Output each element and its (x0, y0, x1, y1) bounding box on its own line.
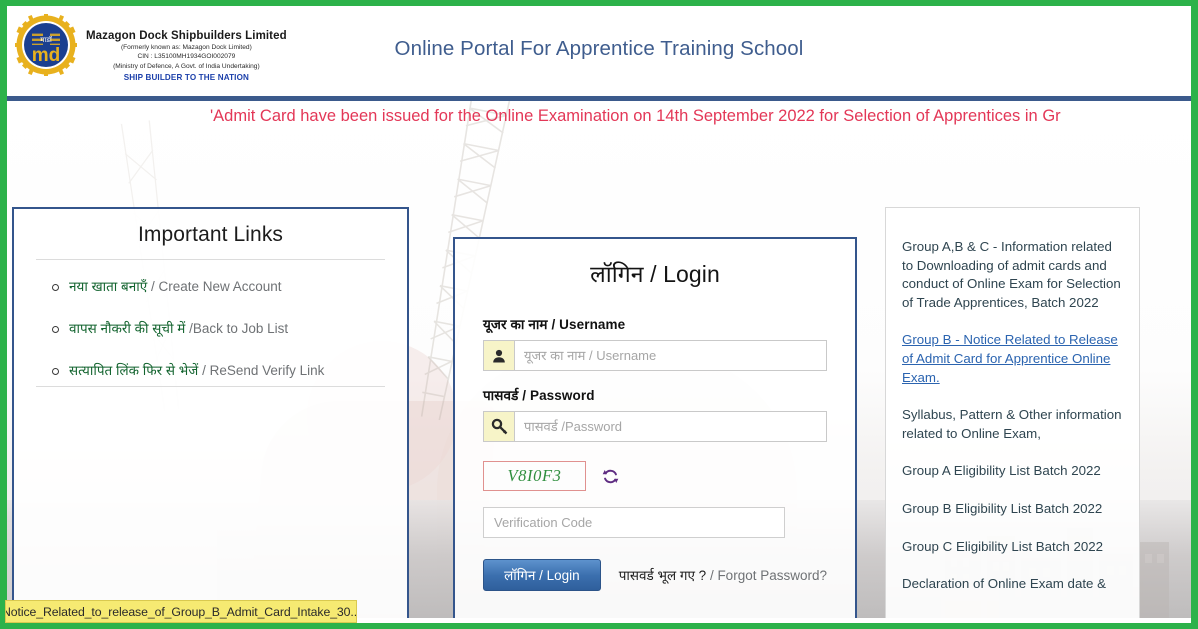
notice-item[interactable]: Group C Eligibility List Batch 2022 (902, 538, 1123, 557)
username-field-group (483, 340, 827, 371)
forgot-password-link[interactable]: पासवर्ड भूल गए ? / Forgot Password? (619, 566, 827, 584)
notices-panel: Group A,B & C - Information related to D… (885, 207, 1140, 618)
login-panel: लॉगिन / Login यूजर का नाम / Username पास… (453, 237, 857, 618)
link-item-resend-verify-link[interactable]: सत्यापित लिंक फिर से भेजें / ReSend Veri… (52, 362, 387, 380)
notice-item[interactable]: Declaration of Online Exam date & (902, 575, 1123, 594)
page-root: माडॉ md Mazagon Dock Shipbuilders Limite… (7, 6, 1191, 623)
password-label: पासवर्ड / Password (483, 388, 595, 403)
username-label: यूजर का नाम / Username (483, 317, 626, 332)
site-header: माडॉ md Mazagon Dock Shipbuilders Limite… (7, 6, 1191, 101)
link-label-hi: नया खाता बनाएँ (69, 279, 148, 294)
login-button[interactable]: लॉगिन / Login (483, 559, 601, 591)
link-label-hi: वापस नौकरी की सूची में (69, 321, 186, 336)
forgot-password-en: / Forgot Password? (706, 568, 827, 583)
download-filename: Notice_Related_to_release_of_Group_B_Adm… (5, 604, 357, 619)
link-label-en: Create New Account (158, 279, 282, 294)
notice-item[interactable]: Group A Eligibility List Batch 2022 (902, 462, 1123, 481)
link-sep: / (185, 321, 193, 336)
link-sep: / (198, 363, 210, 378)
captcha-row: V8I0F3 (483, 461, 827, 491)
notice-item[interactable]: Group B Eligibility List Batch 2022 (902, 500, 1123, 519)
login-title: लॉगिन / Login (590, 261, 720, 287)
link-label-hi: सत्यापित लिंक फिर से भेजें (69, 363, 199, 378)
refresh-icon[interactable] (600, 466, 620, 486)
notice-item[interactable]: Syllabus, Pattern & Other information re… (902, 406, 1123, 443)
browser-viewport: माडॉ md Mazagon Dock Shipbuilders Limite… (0, 0, 1198, 629)
link-label-en: Back to Job List (192, 321, 289, 336)
username-input[interactable] (514, 340, 827, 371)
captcha-text: V8I0F3 (507, 466, 562, 485)
notice-item: Group A,B & C - Information related to D… (902, 239, 1121, 310)
notice-item-link[interactable]: Group B - Notice Related to Release of A… (902, 331, 1123, 387)
user-icon (483, 340, 514, 371)
important-links-list: नया खाता बनाएँ / Create New Account वापस… (34, 260, 387, 380)
announcement-marquee: 'Admit Card have been issued for the Onl… (7, 104, 1191, 130)
login-actions: लॉगिन / Login पासवर्ड भूल गए ? / Forgot … (483, 559, 827, 591)
key-icon (483, 411, 514, 442)
main-content: 'Admit Card have been issued for the Onl… (7, 101, 1191, 618)
captcha-image: V8I0F3 (483, 461, 586, 491)
panels-row: Important Links नया खाता बनाएँ / Create … (7, 101, 1191, 618)
download-notification-bar[interactable]: Notice_Related_to_release_of_Group_B_Adm… (5, 600, 357, 623)
link-item-create-new-account[interactable]: नया खाता बनाएँ / Create New Account (52, 278, 387, 296)
announcement-text: 'Admit Card have been issued for the Onl… (210, 107, 1061, 125)
forgot-password-hi: पासवर्ड भूल गए ? (618, 568, 707, 583)
link-label-en: ReSend Verify Link (209, 363, 325, 378)
link-sep: / (147, 279, 159, 294)
company-ministry: (Ministry of Defence, A Govt. of India U… (113, 62, 260, 70)
link-item-back-to-job-list[interactable]: वापस नौकरी की सूची में /Back to Job List (52, 320, 387, 338)
company-tagline: SHIP BUILDER TO THE NATION (123, 73, 250, 83)
password-field-group (483, 411, 827, 442)
divider (36, 386, 385, 387)
important-links-title: Important Links (137, 223, 284, 246)
page-title: Online Portal For Apprentice Training Sc… (394, 37, 804, 60)
password-input[interactable] (514, 411, 827, 442)
verification-code-input[interactable] (483, 507, 785, 538)
important-links-panel: Important Links नया खाता बनाएँ / Create … (12, 207, 409, 618)
